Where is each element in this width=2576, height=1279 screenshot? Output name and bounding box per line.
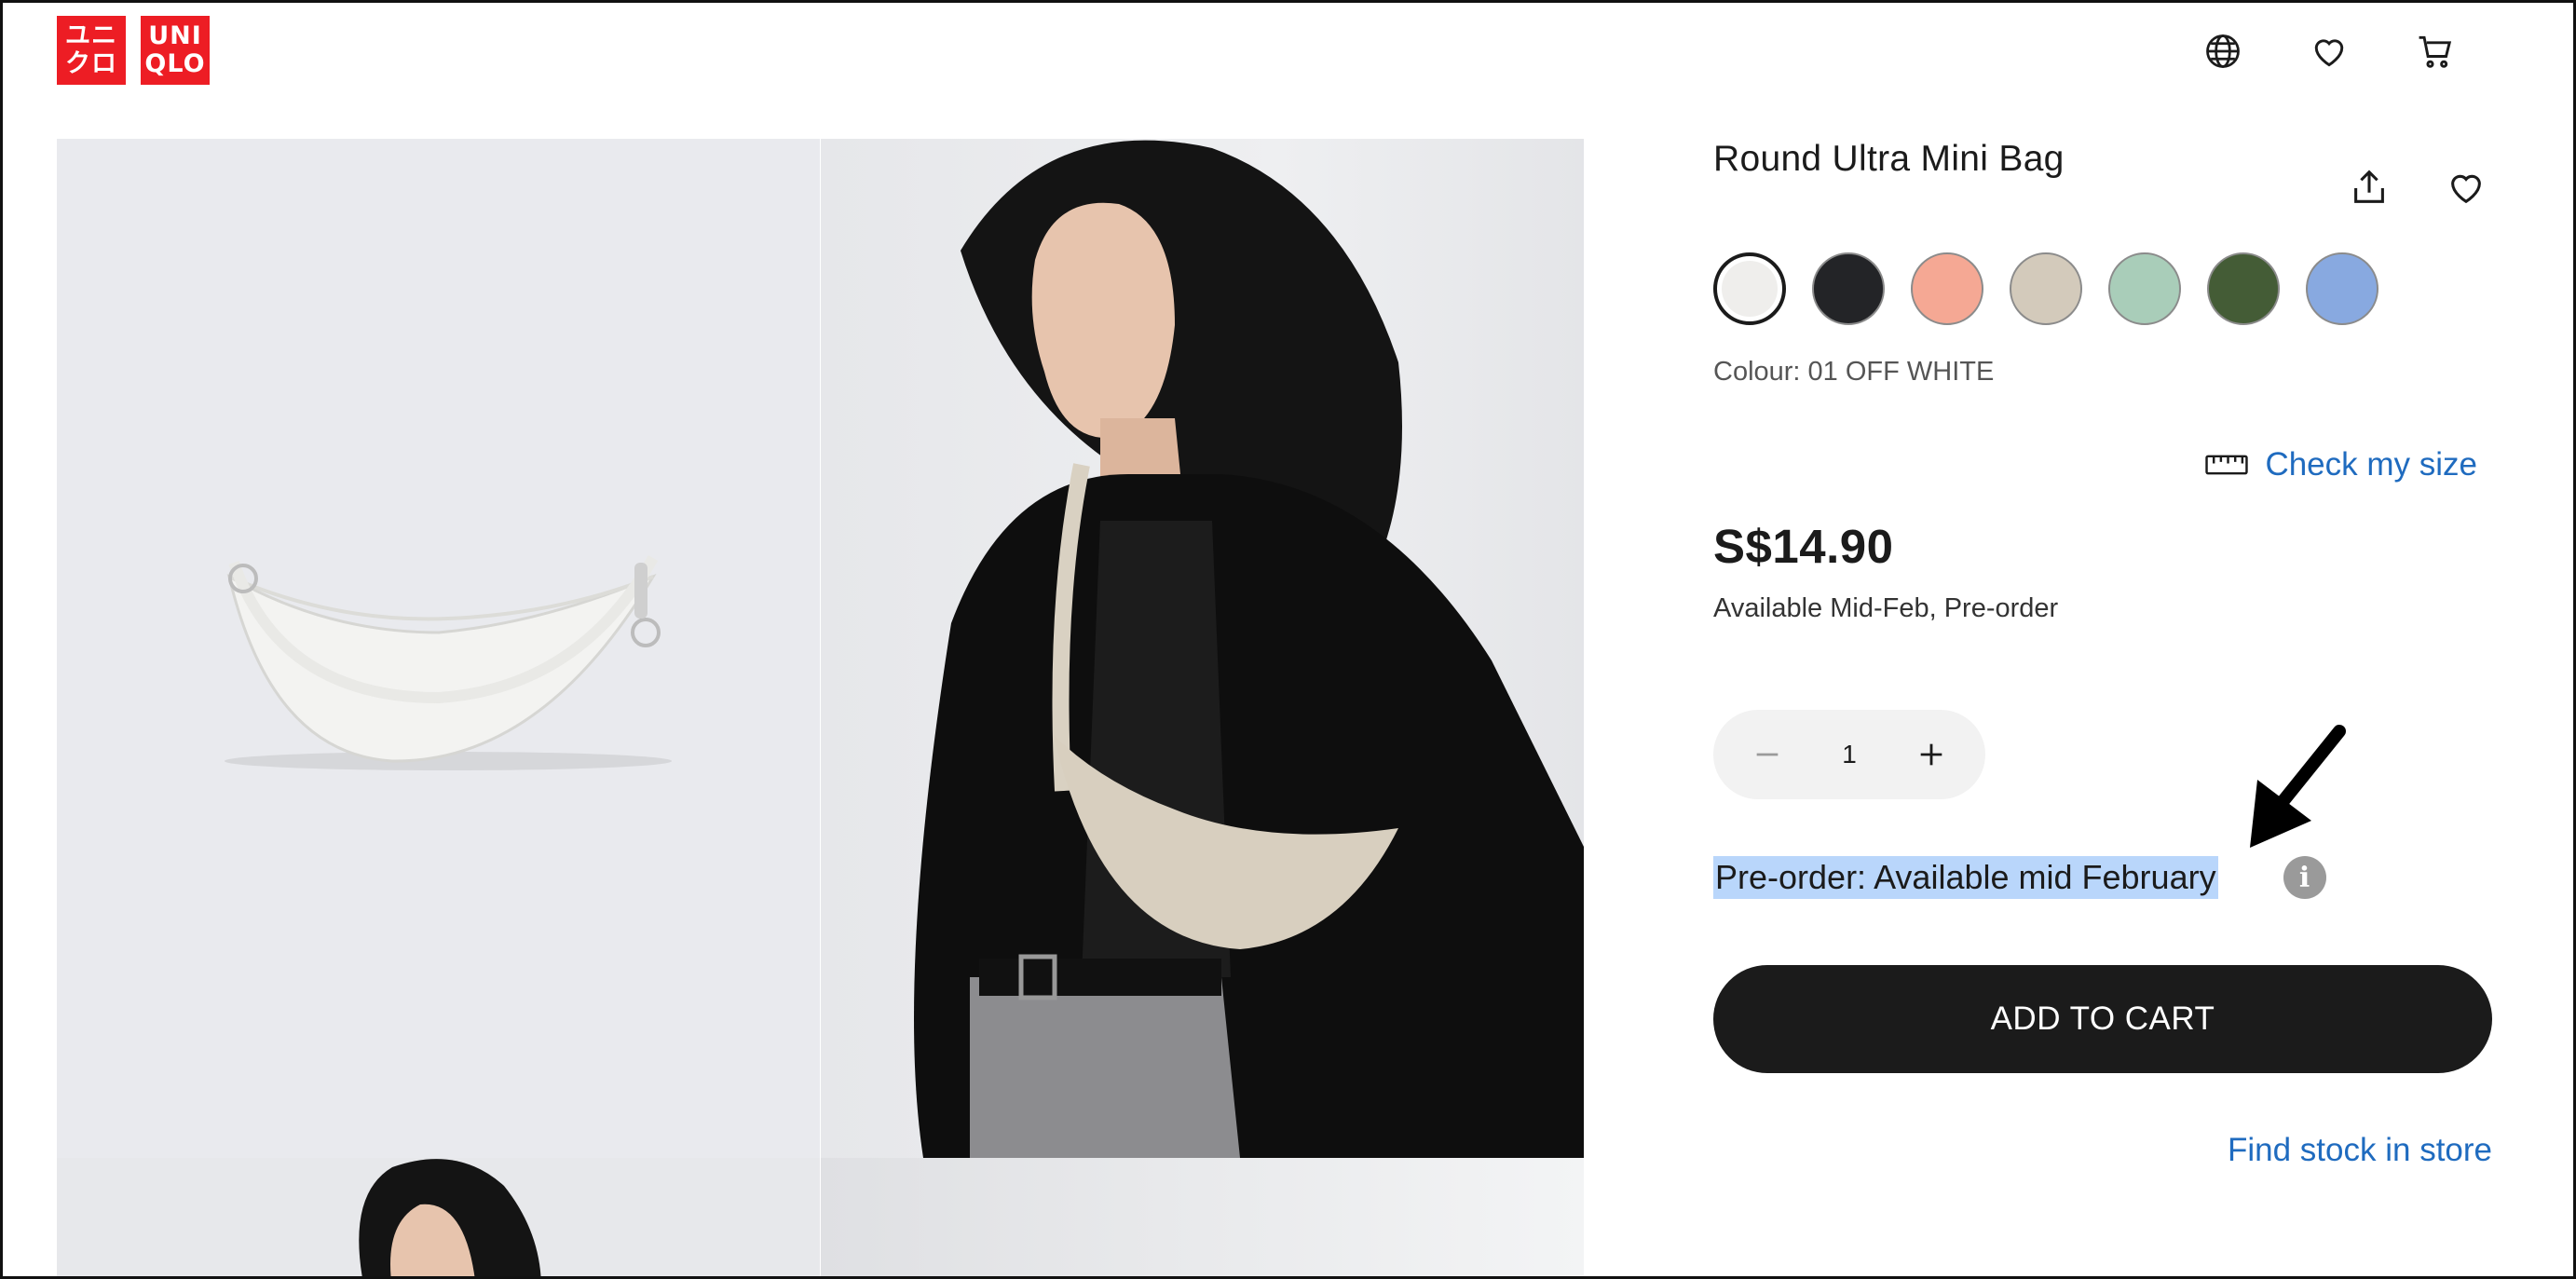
preorder-row: Pre-order: Available mid February i	[1713, 856, 2326, 899]
product-page: ユニ クロ UNI QLO Round Ultra Mini Bag Colou…	[0, 0, 2576, 1279]
bag-illustration	[225, 555, 672, 770]
colour-swatch-pink[interactable]	[1911, 252, 1983, 325]
check-size-label: Check my size	[2265, 446, 2477, 483]
language-button[interactable]	[2197, 25, 2249, 77]
heart-icon	[2451, 174, 2481, 204]
header-actions	[2197, 25, 2461, 77]
availability-text: Available Mid-Feb, Pre-order	[1713, 593, 2059, 623]
cart-button[interactable]	[2409, 25, 2461, 77]
cart-icon	[2419, 35, 2452, 68]
logo-text: ユニ	[65, 21, 117, 50]
globe-icon	[2206, 34, 2240, 68]
product-gallery	[57, 139, 1584, 1276]
uniqlo-logo[interactable]: ユニ クロ UNI QLO	[57, 16, 210, 85]
colour-swatch-black[interactable]	[1812, 252, 1885, 325]
price: S$14.90	[1713, 520, 1894, 573]
logo-text: クロ	[65, 49, 117, 78]
find-stock-link[interactable]: Find stock in store	[2228, 1132, 2492, 1169]
product-image-bag[interactable]	[57, 139, 820, 1158]
check-size-link[interactable]: Check my size	[2205, 446, 2477, 483]
logo-text: UNI	[148, 21, 202, 50]
product-title: Round Ultra Mini Bag	[1713, 139, 2065, 179]
colour-swatch-mint[interactable]	[2108, 252, 2181, 325]
logo-latin: UNI QLO	[141, 16, 210, 85]
quantity-stepper: 1	[1713, 710, 1985, 799]
colour-label: Colour: 01 OFF WHITE	[1713, 357, 1995, 387]
product-image-model[interactable]	[821, 139, 1584, 1158]
annotation-arrow-icon	[2250, 725, 2346, 848]
wishlist-button[interactable]	[2303, 25, 2355, 77]
product-actions	[2343, 161, 2492, 213]
colour-swatches	[1713, 252, 2378, 325]
colour-swatch-01-off-white[interactable]	[1713, 252, 1786, 325]
plus-icon	[1920, 743, 1942, 766]
colour-swatch-blue[interactable]	[2306, 252, 2378, 325]
info-icon[interactable]: i	[2283, 856, 2326, 899]
quantity-value[interactable]: 1	[1842, 740, 1857, 769]
ruler-icon	[2205, 455, 2249, 475]
share-button[interactable]	[2343, 161, 2395, 213]
add-to-cart-button[interactable]: ADD TO CART	[1713, 965, 2492, 1073]
product-image-4[interactable]	[821, 1158, 1584, 1276]
share-icon	[2354, 170, 2384, 203]
product-image-3[interactable]	[57, 1158, 820, 1276]
preorder-note: Pre-order: Available mid February	[1713, 856, 2218, 899]
model-head-illustration	[359, 1159, 541, 1276]
minus-icon	[1756, 753, 1779, 756]
model-illustration	[914, 140, 1584, 1158]
colour-swatch-olive[interactable]	[2207, 252, 2280, 325]
logo-katakana: ユニ クロ	[57, 16, 126, 85]
increase-quantity-button[interactable]	[1911, 734, 1952, 775]
logo-text: QLO	[144, 49, 206, 78]
decrease-quantity-button[interactable]	[1747, 734, 1788, 775]
favorite-button[interactable]	[2440, 161, 2492, 213]
colour-swatch-beige[interactable]	[2010, 252, 2082, 325]
heart-icon	[2314, 39, 2344, 67]
